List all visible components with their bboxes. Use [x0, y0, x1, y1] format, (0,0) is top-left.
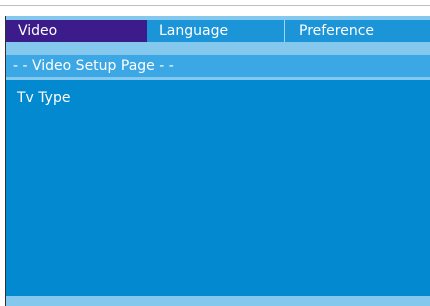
tab-bar: Video Language Preference [6, 20, 430, 42]
tab-preference[interactable]: Preference [285, 20, 430, 42]
top-divider [0, 5, 430, 6]
tab-language[interactable]: Language [147, 20, 285, 42]
page-title: - - Video Setup Page - - [13, 58, 174, 74]
page: Video Language Preference - - Video Setu… [0, 0, 430, 306]
page-header-bar: - - Video Setup Page - - [6, 55, 430, 77]
setup-menu-panel: Video Language Preference - - Video Setu… [5, 16, 430, 306]
menu-content-area: Tv Type [6, 80, 430, 296]
tab-video[interactable]: Video [6, 20, 147, 42]
footer-bar [6, 296, 430, 306]
menu-item-tv-type[interactable]: Tv Type [17, 90, 70, 106]
